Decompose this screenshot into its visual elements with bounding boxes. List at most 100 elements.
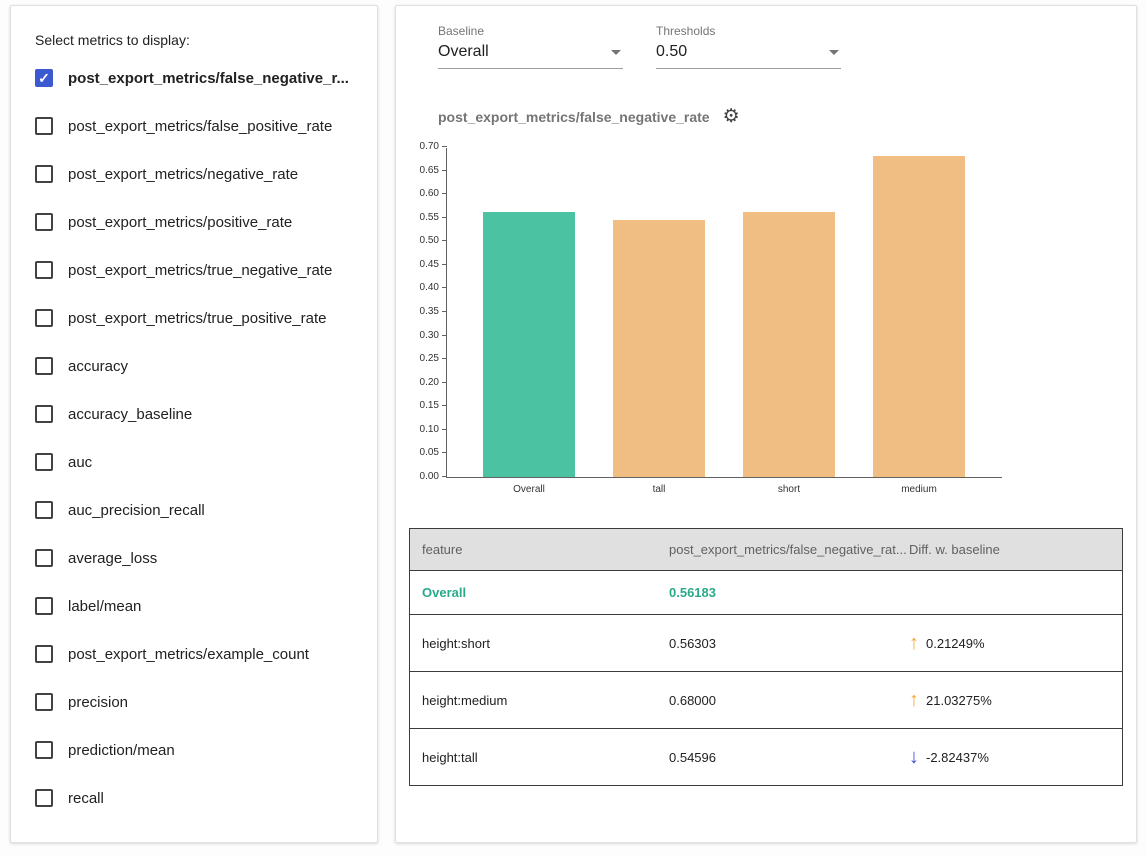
checkbox-icon[interactable]: [35, 165, 53, 183]
metrics-table: feature post_export_metrics/false_negati…: [409, 528, 1123, 786]
y-axis-tick: [442, 146, 447, 147]
metrics-panel: Select metrics to display: ✓post_export_…: [10, 5, 378, 843]
metric-checkbox-item[interactable]: average_loss: [27, 534, 361, 582]
feature-cell: height:medium: [410, 672, 657, 728]
checkbox-icon[interactable]: [35, 261, 53, 279]
diff-value: 21.03275%: [926, 693, 992, 708]
checkbox-icon[interactable]: [35, 309, 53, 327]
baseline-value: Overall: [438, 43, 489, 61]
metric-checkbox-item[interactable]: recall: [27, 774, 361, 822]
table-header-row: feature post_export_metrics/false_negati…: [410, 529, 1122, 571]
checkbox-icon[interactable]: [35, 501, 53, 519]
chart-title: post_export_metrics/false_negative_rate: [438, 109, 710, 125]
y-axis-tick-label: 0.00: [401, 471, 439, 483]
y-axis-tick-label: 0.40: [401, 282, 439, 294]
diff-value: 0.21249%: [926, 636, 985, 651]
y-axis-tick: [442, 240, 447, 241]
column-header-metric: post_export_metrics/false_negative_rat..…: [657, 529, 897, 570]
thresholds-select[interactable]: Thresholds 0.50: [656, 24, 841, 69]
checkbox-icon[interactable]: [35, 741, 53, 759]
y-axis-tick: [442, 264, 447, 265]
results-panel: Baseline Overall Thresholds 0.50 post_ex…: [395, 5, 1137, 843]
column-header-diff: Diff. w. baseline: [897, 529, 1122, 570]
dropdown-arrow-icon[interactable]: [829, 50, 839, 55]
metric-checkbox-item[interactable]: post_export_metrics/true_positive_rate: [27, 294, 361, 342]
metric-label: auc: [68, 454, 92, 471]
metric-label: recall: [68, 790, 104, 807]
dropdown-arrow-icon[interactable]: [611, 50, 621, 55]
checkbox-icon[interactable]: [35, 645, 53, 663]
table-row[interactable]: height:short0.56303↑0.21249%: [410, 615, 1122, 672]
checkbox-icon[interactable]: [35, 789, 53, 807]
column-header-feature: feature: [410, 529, 657, 570]
table-row[interactable]: Overall0.56183: [410, 571, 1122, 615]
metric-checkbox-item[interactable]: auc: [27, 438, 361, 486]
y-axis-tick-label: 0.15: [401, 400, 439, 412]
feature-cell: height:tall: [410, 729, 657, 785]
metric-checkbox-item[interactable]: post_export_metrics/example_count: [27, 630, 361, 678]
value-cell: 0.68000: [657, 672, 897, 728]
y-axis-tick-label: 0.70: [401, 141, 439, 153]
y-axis-tick-label: 0.05: [401, 447, 439, 459]
metric-label: post_export_metrics/example_count: [68, 646, 309, 663]
checkbox-icon[interactable]: [35, 357, 53, 375]
checkbox-icon[interactable]: [35, 117, 53, 135]
bar-tall[interactable]: [613, 220, 705, 477]
metric-checkbox-item[interactable]: prediction/mean: [27, 726, 361, 774]
y-axis-tick: [442, 335, 447, 336]
checkbox-checked-icon[interactable]: ✓: [35, 69, 53, 87]
metric-checkbox-item[interactable]: post_export_metrics/negative_rate: [27, 150, 361, 198]
diff-cell: ↓-2.82437%: [897, 729, 1122, 785]
diff-cell: ↑0.21249%: [897, 615, 1122, 671]
baseline-select[interactable]: Baseline Overall: [438, 24, 623, 69]
y-axis-tick: [442, 170, 447, 171]
metric-checkbox-item[interactable]: auc_precision_recall: [27, 486, 361, 534]
y-axis-tick-label: 0.55: [401, 212, 439, 224]
checkbox-icon[interactable]: [35, 405, 53, 423]
y-axis-tick-label: 0.35: [401, 306, 439, 318]
y-axis-tick: [442, 452, 447, 453]
bar-chart: 0.000.050.100.150.200.250.300.350.400.45…: [396, 140, 1136, 512]
metric-checkbox-item[interactable]: accuracy_baseline: [27, 390, 361, 438]
metric-label: post_export_metrics/false_positive_rate: [68, 118, 332, 135]
metric-checkbox-item[interactable]: post_export_metrics/true_negative_rate: [27, 246, 361, 294]
feature-cell: Overall: [410, 571, 657, 614]
metric-checkbox-item[interactable]: post_export_metrics/positive_rate: [27, 198, 361, 246]
chart-header: post_export_metrics/false_negative_rate …: [438, 107, 1136, 126]
metric-checkbox-item[interactable]: label/mean: [27, 582, 361, 630]
y-axis-tick: [442, 382, 447, 383]
checkbox-icon[interactable]: [35, 213, 53, 231]
y-axis-tick-label: 0.45: [401, 259, 439, 271]
y-axis-tick-label: 0.60: [401, 188, 439, 200]
checkbox-icon[interactable]: [35, 693, 53, 711]
checkbox-icon[interactable]: [35, 453, 53, 471]
metric-label: post_export_metrics/false_negative_r...: [68, 70, 349, 87]
metric-label: post_export_metrics/positive_rate: [68, 214, 292, 231]
metric-checkbox-item[interactable]: precision: [27, 678, 361, 726]
checkbox-icon[interactable]: [35, 549, 53, 567]
metric-label: accuracy_baseline: [68, 406, 192, 423]
diff-cell: ↑ 21.03275%: [897, 672, 1122, 728]
metrics-list: ✓ post_export_metrics/false_negative_r...…: [27, 54, 361, 822]
checkbox-icon[interactable]: [35, 597, 53, 615]
thresholds-label: Thresholds: [656, 24, 841, 38]
table-row[interactable]: height:medium0.68000 ↑ 21.03275%: [410, 672, 1122, 729]
settings-gear-icon[interactable]: ⚙: [723, 107, 740, 126]
metric-checkbox-item[interactable]: ✓ post_export_metrics/false_negative_r...: [27, 54, 361, 102]
y-axis-tick-label: 0.20: [401, 377, 439, 389]
fairness-indicators-page: Select metrics to display: ✓post_export_…: [0, 0, 1147, 848]
y-axis-tick: [442, 193, 447, 194]
table-row[interactable]: height:tall0.54596↓-2.82437%: [410, 729, 1122, 785]
bar-Overall[interactable]: [483, 212, 575, 477]
y-axis-tick: [442, 287, 447, 288]
x-axis-label: tall: [599, 484, 719, 495]
metric-checkbox-item[interactable]: accuracy: [27, 342, 361, 390]
diff-up-arrow-icon: ↑: [909, 690, 919, 710]
metric-checkbox-item[interactable]: post_export_metrics/false_positive_rate: [27, 102, 361, 150]
x-axis-label: Overall: [469, 484, 589, 495]
bar-medium[interactable]: [873, 156, 965, 477]
value-cell: 0.56183: [657, 571, 897, 614]
controls-row: Baseline Overall Thresholds 0.50: [438, 24, 1136, 69]
bar-short[interactable]: [743, 212, 835, 477]
metric-label: average_loss: [68, 550, 157, 567]
